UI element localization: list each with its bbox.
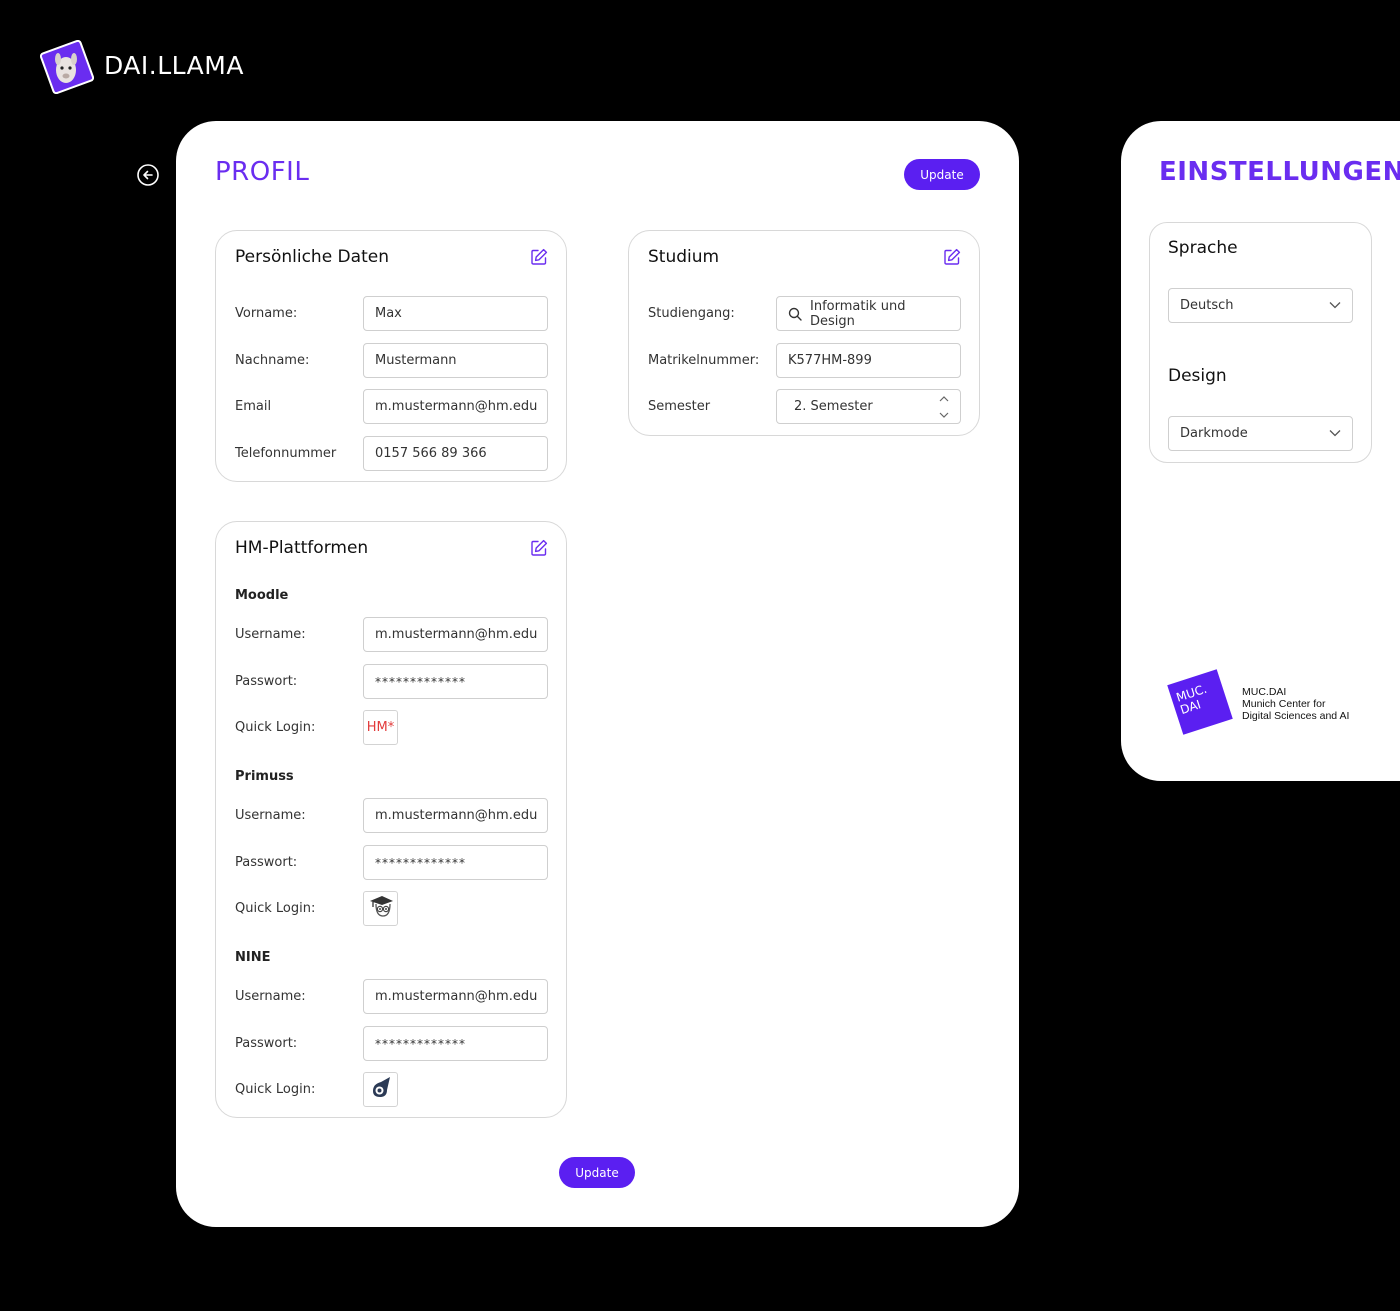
moodle-username-field[interactable]: m.mustermann@hm.edu bbox=[363, 617, 548, 652]
muc-dai-logo-icon: MUC. DAI bbox=[1166, 668, 1234, 736]
settings-section: Sprache Deutsch Design Darkmode bbox=[1149, 222, 1372, 463]
row-vorname: Vorname: Max bbox=[235, 296, 548, 331]
design-label: Design bbox=[1168, 366, 1227, 386]
row-primuss-password: Passwort: ************* bbox=[235, 845, 548, 880]
update-button-bottom[interactable]: Update bbox=[559, 1157, 635, 1188]
row-email: Email m.mustermann@hm.edu bbox=[235, 389, 548, 424]
nine-password-field[interactable]: ************* bbox=[363, 1026, 548, 1061]
page-title: PROFIL bbox=[215, 157, 310, 187]
field-label: Telefonnummer bbox=[235, 446, 337, 461]
language-label: Sprache bbox=[1168, 238, 1238, 258]
platform-name-primuss: Primuss bbox=[235, 769, 294, 784]
moodle-quick-login-button[interactable]: HM* bbox=[363, 710, 398, 745]
field-label: Quick Login: bbox=[235, 1082, 316, 1097]
semester-stepper[interactable]: 2. Semester bbox=[776, 389, 961, 424]
nine-logo-icon bbox=[368, 1074, 394, 1105]
back-arrow-icon[interactable] bbox=[136, 163, 160, 187]
chevron-down-icon bbox=[1329, 298, 1341, 313]
search-icon bbox=[788, 307, 802, 321]
nine-quick-login-button[interactable] bbox=[363, 1072, 398, 1107]
vorname-field[interactable]: Max bbox=[363, 296, 548, 331]
llama-logo-icon bbox=[39, 39, 95, 95]
primuss-password-field[interactable]: ************* bbox=[363, 845, 548, 880]
design-select[interactable]: Darkmode bbox=[1168, 416, 1353, 451]
profile-card: PROFIL Update Persönliche Daten Vorname:… bbox=[176, 121, 1019, 1227]
field-label: Username: bbox=[235, 808, 306, 823]
platform-name-moodle: Moodle bbox=[235, 588, 289, 603]
nine-username-field[interactable]: m.mustermann@hm.edu bbox=[363, 979, 548, 1014]
muc-line2: Munich Center for bbox=[1242, 698, 1326, 710]
stepper-icon[interactable] bbox=[938, 395, 950, 419]
field-label: Matrikelnummer: bbox=[648, 353, 760, 368]
settings-card: EINSTELLUNGEN Sprache Deutsch Design Dar… bbox=[1121, 121, 1400, 781]
settings-title: EINSTELLUNGEN bbox=[1159, 157, 1400, 187]
field-label: Nachname: bbox=[235, 353, 310, 368]
design-value: Darkmode bbox=[1180, 426, 1248, 441]
field-label: Semester bbox=[648, 399, 711, 414]
brand: DAI.LLAMA bbox=[39, 39, 244, 95]
section-title: Studium bbox=[648, 247, 720, 267]
row-moodle-username: Username: m.mustermann@hm.edu bbox=[235, 617, 548, 652]
moodle-password-field[interactable]: ************* bbox=[363, 664, 548, 699]
study-section: Studium Studiengang: Informatik und Desi… bbox=[628, 230, 980, 436]
primuss-username-field[interactable]: m.mustermann@hm.edu bbox=[363, 798, 548, 833]
platform-name-nine: NINE bbox=[235, 950, 271, 965]
hm-logo-icon: HM* bbox=[366, 720, 395, 735]
primuss-quick-login-button[interactable] bbox=[363, 891, 398, 926]
edit-icon[interactable] bbox=[530, 539, 548, 557]
row-nine-username: Username: m.mustermann@hm.edu bbox=[235, 979, 548, 1014]
section-title: HM-Plattformen bbox=[235, 538, 369, 558]
row-semester: Semester 2. Semester bbox=[648, 389, 961, 424]
update-button-top[interactable]: Update bbox=[904, 159, 980, 190]
phone-field[interactable]: 0157 566 89 366 bbox=[363, 436, 548, 471]
chevron-down-icon bbox=[1329, 426, 1341, 441]
muc-line1: MUC.DAI bbox=[1242, 686, 1287, 698]
field-label: Quick Login: bbox=[235, 720, 316, 735]
edit-icon[interactable] bbox=[943, 248, 961, 266]
email-field[interactable]: m.mustermann@hm.edu bbox=[363, 389, 548, 424]
edit-icon[interactable] bbox=[530, 248, 548, 266]
row-nachname: Nachname: Mustermann bbox=[235, 343, 548, 378]
language-value: Deutsch bbox=[1180, 298, 1234, 313]
language-select[interactable]: Deutsch bbox=[1168, 288, 1353, 323]
muc-dai-text: MUC.DAI Munich Center for Digital Scienc… bbox=[1242, 686, 1349, 722]
field-label: Passwort: bbox=[235, 674, 298, 689]
row-primuss-username: Username: m.mustermann@hm.edu bbox=[235, 798, 548, 833]
row-moodle-password: Passwort: ************* bbox=[235, 664, 548, 699]
brand-name: DAI.LLAMA bbox=[104, 50, 244, 80]
personal-data-section: Persönliche Daten Vorname: Max Nachname:… bbox=[215, 230, 567, 482]
row-moodle-quicklogin: Quick Login: HM* bbox=[235, 710, 548, 745]
muc-line3: Digital Sciences and AI bbox=[1242, 710, 1350, 722]
field-label: Email bbox=[235, 399, 272, 414]
owl-graduation-icon bbox=[367, 892, 395, 925]
hm-platforms-section: HM-Plattformen Moodle Username: m.muster… bbox=[215, 521, 567, 1118]
field-label: Quick Login: bbox=[235, 901, 316, 916]
row-telefon: Telefonnummer 0157 566 89 366 bbox=[235, 436, 548, 471]
row-nine-password: Passwort: ************* bbox=[235, 1026, 548, 1061]
row-primuss-quicklogin: Quick Login: bbox=[235, 891, 548, 926]
row-studiengang: Studiengang: Informatik und Design bbox=[648, 296, 961, 331]
section-title: Persönliche Daten bbox=[235, 247, 389, 267]
matrikelnummer-field[interactable]: K577HM-899 bbox=[776, 343, 961, 378]
row-nine-quicklogin: Quick Login: bbox=[235, 1072, 548, 1107]
field-label: Vorname: bbox=[235, 306, 298, 321]
field-label: Passwort: bbox=[235, 1036, 298, 1051]
nachname-field[interactable]: Mustermann bbox=[363, 343, 548, 378]
row-matrikel: Matrikelnummer: K577HM-899 bbox=[648, 343, 961, 378]
field-label: Passwort: bbox=[235, 855, 298, 870]
studiengang-search-field[interactable]: Informatik und Design bbox=[776, 296, 961, 331]
field-label: Username: bbox=[235, 989, 306, 1004]
field-label: Username: bbox=[235, 627, 306, 642]
field-label: Studiengang: bbox=[648, 306, 735, 321]
